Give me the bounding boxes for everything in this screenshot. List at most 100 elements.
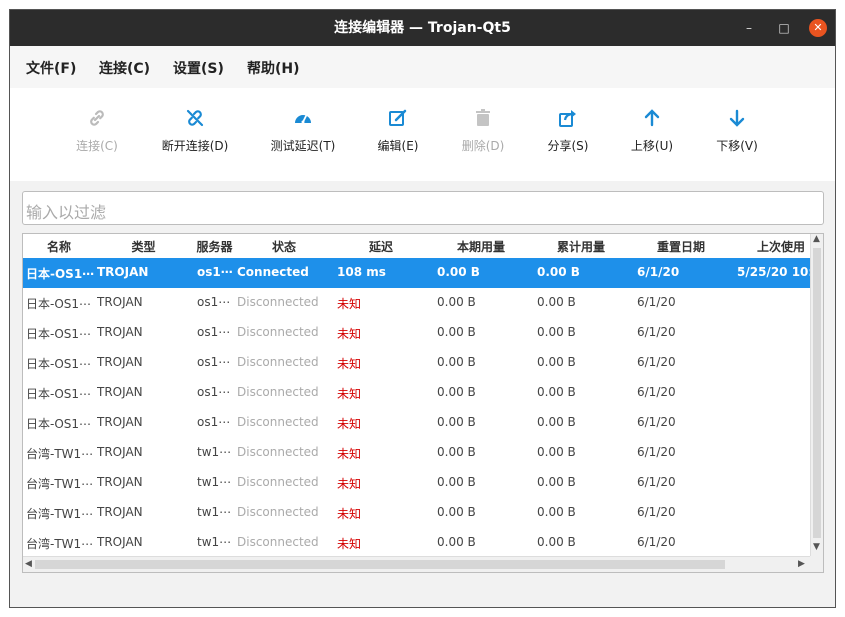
cell-total-usage: 0.00 B: [537, 325, 576, 339]
cell-latency: 未知: [337, 417, 362, 431]
column-header-latency[interactable]: 延迟: [331, 238, 431, 255]
table-row[interactable]: 日本-OS1⋯ TROJAN os1⋯ Disconnected 未知 0.00…: [23, 288, 810, 318]
cell-latency: 未知: [337, 357, 362, 371]
cell-type: TROJAN: [97, 535, 143, 549]
scroll-right-icon[interactable]: ▶: [798, 559, 805, 569]
table-row[interactable]: 日本-OS1⋯ TROJAN os1⋯ Disconnected 未知 0.00…: [23, 408, 810, 438]
disconnect-button[interactable]: 断开连接(D): [149, 108, 241, 154]
cell-total-usage: 0.00 B: [537, 445, 576, 459]
table-row[interactable]: 日本-OS1⋯ TROJAN os1⋯ Disconnected 未知 0.00…: [23, 378, 810, 408]
column-header-name[interactable]: 名称: [23, 238, 95, 255]
cell-period-usage: 0.00 B: [437, 295, 476, 309]
test-latency-label: 测试延迟(T): [270, 139, 336, 153]
cell-name: 日本-OS1⋯: [26, 357, 92, 371]
move-up-button[interactable]: 上移(U): [606, 108, 698, 154]
cell-latency: 未知: [337, 477, 362, 491]
cell-status: Disconnected: [237, 355, 319, 369]
share-label: 分享(S): [547, 139, 589, 153]
column-header-server[interactable]: 服务器: [192, 238, 237, 255]
delete-label: 删除(D): [461, 139, 505, 153]
cell-name: 日本-OS1⋯: [26, 417, 92, 431]
table-row[interactable]: 台湾-TW1⋯ TROJAN tw1⋯ Disconnected 未知 0.00…: [23, 528, 810, 558]
disconnect-label: 断开连接(D): [161, 139, 229, 153]
cell-server: os1⋯: [197, 385, 231, 399]
cell-latency: 未知: [337, 537, 362, 551]
filter-input[interactable]: 输入以过滤: [22, 191, 824, 225]
cell-total-usage: 0.00 B: [537, 505, 576, 519]
cell-period-usage: 0.00 B: [437, 535, 476, 549]
cell-name: 台湾-TW1⋯: [26, 507, 94, 521]
maximize-button[interactable]: □: [775, 19, 793, 37]
cell-type: TROJAN: [97, 325, 143, 339]
cell-name: 日本-OS1⋯: [26, 387, 92, 401]
connect-button[interactable]: 连接(C): [51, 108, 143, 154]
arrow-down-icon: [691, 108, 783, 134]
cell-total-usage: 0.00 B: [537, 355, 576, 369]
cell-period-usage: 0.00 B: [437, 325, 476, 339]
cell-status: Disconnected: [237, 505, 319, 519]
cell-total-usage: 0.00 B: [537, 265, 580, 279]
scroll-left-icon[interactable]: ◀: [25, 559, 32, 569]
cell-total-usage: 0.00 B: [537, 535, 576, 549]
vertical-scrollbar[interactable]: ▲ ▼: [810, 234, 823, 556]
cell-latency: 未知: [337, 507, 362, 521]
edit-button[interactable]: 编辑(E): [352, 108, 444, 154]
cell-status: Disconnected: [237, 475, 319, 489]
column-header-total-usage[interactable]: 累计用量: [531, 238, 631, 255]
cell-type: TROJAN: [97, 355, 143, 369]
column-header-reset-date[interactable]: 重置日期: [631, 238, 731, 255]
cell-period-usage: 0.00 B: [437, 355, 476, 369]
cell-name: 台湾-TW1⋯: [26, 447, 94, 461]
cell-status: Disconnected: [237, 385, 319, 399]
connections-table: 名称 类型 服务器 状态 延迟 本期用量 累计用量 重置日期 上次使用 日本-O…: [22, 233, 824, 573]
menu-file[interactable]: 文件(F): [26, 58, 76, 78]
cell-reset-date: 6/1/20: [637, 355, 676, 369]
horizontal-scrollbar[interactable]: ◀ ▶: [23, 556, 810, 572]
column-header-period-usage[interactable]: 本期用量: [431, 238, 531, 255]
edit-label: 编辑(E): [377, 139, 419, 153]
cell-total-usage: 0.00 B: [537, 385, 576, 399]
cell-type: TROJAN: [97, 445, 143, 459]
move-down-label: 下移(V): [716, 139, 758, 153]
cell-reset-date: 6/1/20: [637, 325, 676, 339]
menu-bar: 文件(F) 连接(C) 设置(S) 帮助(H): [10, 46, 835, 88]
column-header-type[interactable]: 类型: [95, 238, 192, 255]
table-row[interactable]: 台湾-TW1⋯ TROJAN tw1⋯ Disconnected 未知 0.00…: [23, 468, 810, 498]
horizontal-scroll-thumb[interactable]: [35, 560, 725, 569]
menu-help[interactable]: 帮助(H): [247, 58, 300, 78]
cell-status: Disconnected: [237, 415, 319, 429]
menu-settings[interactable]: 设置(S): [173, 58, 224, 78]
scroll-up-icon[interactable]: ▲: [813, 234, 820, 244]
table-row[interactable]: 台湾-TW1⋯ TROJAN tw1⋯ Disconnected 未知 0.00…: [23, 498, 810, 528]
scroll-corner: [810, 556, 823, 572]
table-row[interactable]: 日本-OS1⋯ TROJAN os1⋯ Disconnected 未知 0.00…: [23, 318, 810, 348]
cell-period-usage: 0.00 B: [437, 505, 476, 519]
move-down-button[interactable]: 下移(V): [691, 108, 783, 154]
minimize-button[interactable]: –: [740, 19, 758, 37]
connection-editor-window: 连接编辑器 — Trojan-Qt5 – □ ✕ 文件(F) 连接(C) 设置(…: [9, 9, 836, 608]
cell-type: TROJAN: [97, 415, 143, 429]
cell-reset-date: 6/1/20: [637, 265, 680, 279]
share-button[interactable]: 分享(S): [522, 108, 614, 154]
cell-server: tw1⋯: [197, 445, 232, 459]
scroll-down-icon[interactable]: ▼: [813, 542, 820, 552]
toolbar: 连接(C) 断开连接(D) 测试延迟(T) 编辑(E) 删除(D) 分享(S) …: [10, 88, 835, 181]
table-row[interactable]: 日本-OS1⋯ TROJAN os1⋯ Disconnected 未知 0.00…: [23, 348, 810, 378]
unlink-icon: [149, 108, 241, 134]
close-button[interactable]: ✕: [809, 19, 827, 37]
table-row[interactable]: 台湾-TW1⋯ TROJAN tw1⋯ Disconnected 未知 0.00…: [23, 438, 810, 468]
menu-connection[interactable]: 连接(C): [99, 58, 150, 78]
delete-button[interactable]: 删除(D): [437, 108, 529, 154]
move-up-label: 上移(U): [630, 139, 674, 153]
cell-server: os1⋯: [197, 295, 231, 309]
cell-server: tw1⋯: [197, 475, 232, 489]
cell-server: tw1⋯: [197, 535, 232, 549]
test-latency-button[interactable]: 测试延迟(T): [257, 108, 349, 154]
cell-latency: 未知: [337, 327, 362, 341]
cell-latency: 108 ms: [337, 265, 386, 279]
vertical-scroll-thumb[interactable]: [813, 248, 821, 538]
cell-reset-date: 6/1/20: [637, 385, 676, 399]
column-header-status[interactable]: 状态: [237, 238, 331, 255]
table-row[interactable]: 日本-OS1⋯ TROJAN os1⋯ Connected 108 ms 0.0…: [23, 258, 810, 288]
cell-status: Connected: [237, 265, 309, 279]
